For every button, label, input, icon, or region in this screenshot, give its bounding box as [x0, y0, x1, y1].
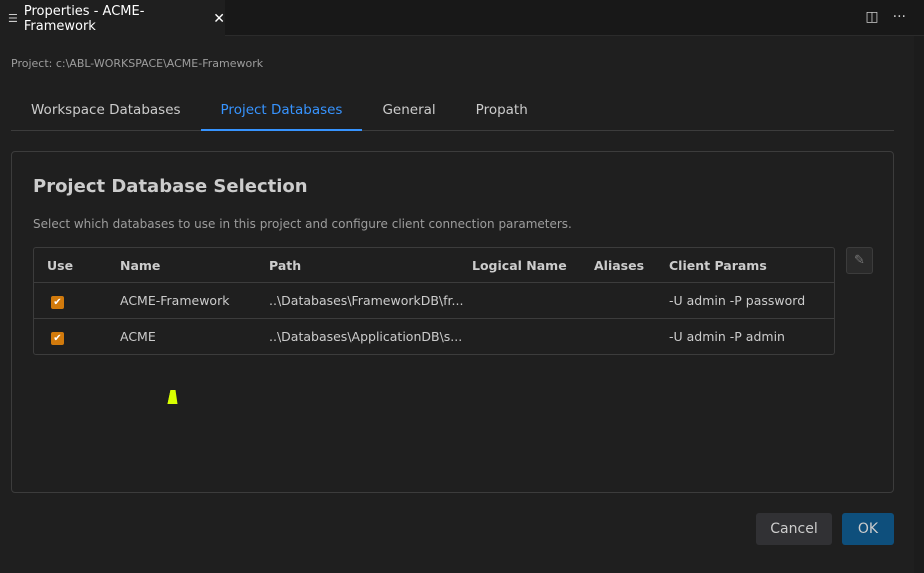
ok-button[interactable]: OK	[842, 513, 894, 545]
scrollbar[interactable]	[914, 36, 924, 573]
panel-description: Select which databases to use in this pr…	[33, 217, 572, 231]
editor-tab-title: Properties - ACME-Framework	[23, 3, 145, 34]
db-client-params: -U admin -P admin	[669, 329, 785, 344]
cancel-button[interactable]: Cancel	[756, 513, 832, 545]
edit-button[interactable]: ✎	[846, 247, 873, 274]
header-use: Use	[47, 257, 74, 273]
split-editor-icon[interactable]: ◫	[865, 9, 878, 25]
use-checkbox[interactable]: ✔	[51, 331, 64, 345]
db-name: ACME-Framework	[120, 293, 230, 308]
db-path: ..\Databases\FrameworkDB\fr...	[269, 293, 464, 308]
editor-tab-bar: ☰ Properties - ACME-Framework ✕ ◫ ···	[0, 0, 924, 36]
header-aliases: Aliases	[594, 257, 645, 273]
db-name: ACME	[120, 329, 156, 344]
header-name: Name	[120, 257, 161, 273]
close-icon[interactable]: ✕	[213, 11, 225, 27]
header-logical-name: Logical Name	[472, 257, 567, 273]
panel-title: Project Database Selection	[33, 176, 308, 197]
header-client-params: Client Params	[669, 257, 767, 273]
database-table: Use Name Path Logical Name Aliases Clien…	[33, 247, 835, 355]
db-path: ..\Databases\ApplicationDB\s...	[269, 329, 463, 344]
more-actions-icon[interactable]: ···	[893, 9, 906, 25]
db-client-params: -U admin -P password	[669, 293, 806, 308]
editor-tab[interactable]: ☰ Properties - ACME-Framework ✕	[0, 0, 225, 36]
table-row[interactable]: ✔ ACME ..\Databases\ApplicationDB\s... -…	[34, 318, 834, 354]
use-checkbox[interactable]: ✔	[51, 295, 64, 309]
tab-project-databases[interactable]: Project Databases	[200, 92, 363, 131]
table-row[interactable]: ✔ ACME-Framework ..\Databases\FrameworkD…	[34, 282, 834, 318]
tab-workspace-databases[interactable]: Workspace Databases	[11, 92, 201, 131]
tab-propath[interactable]: Propath	[456, 92, 548, 131]
project-path: Project: c:\ABL-WORKSPACE\ACME-Framework	[11, 57, 264, 70]
properties-icon: ☰	[8, 12, 18, 25]
tab-general[interactable]: General	[362, 92, 455, 131]
project-database-panel: Project Database Selection Select which …	[11, 151, 894, 493]
header-path: Path	[269, 257, 302, 273]
pencil-icon: ✎	[854, 253, 865, 268]
table-header: Use Name Path Logical Name Aliases Clien…	[34, 248, 834, 282]
properties-tabs: Workspace Databases Project Databases Ge…	[11, 92, 894, 131]
